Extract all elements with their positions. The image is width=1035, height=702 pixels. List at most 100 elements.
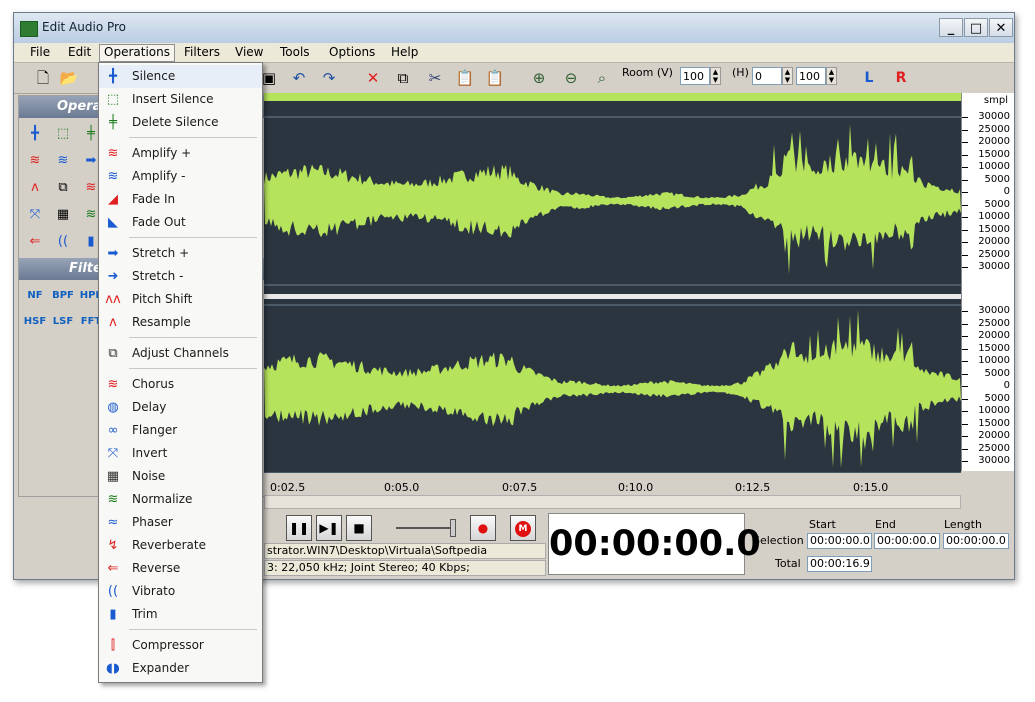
position-bar[interactable] bbox=[264, 93, 961, 101]
zoom-out-icon[interactable]: ⊖ bbox=[560, 67, 582, 89]
filter-bpf-button[interactable]: BPF bbox=[51, 286, 75, 306]
menu-item-stretch[interactable]: ➜ Stretch - bbox=[99, 265, 262, 288]
maximize-button[interactable]: □ bbox=[964, 18, 988, 37]
menu-item-normalize[interactable]: ≋ Normalize bbox=[99, 488, 262, 511]
redo-icon[interactable]: ↷ bbox=[318, 67, 340, 89]
menu-options[interactable]: Options bbox=[325, 45, 379, 59]
vibrato-tool-icon[interactable]: (( bbox=[53, 232, 73, 252]
channels-tool-icon[interactable]: ⧉ bbox=[53, 178, 73, 198]
invert-tool-icon[interactable]: ⤧ bbox=[25, 205, 45, 225]
volume-slider-track[interactable] bbox=[396, 527, 456, 529]
open-file-icon[interactable]: 📂 bbox=[58, 67, 80, 89]
left-channel-button[interactable]: L bbox=[858, 67, 880, 89]
menu-item-reverberate[interactable]: ↯ Reverberate bbox=[99, 534, 262, 557]
menu-edit[interactable]: Edit bbox=[64, 45, 95, 59]
chorus-icon: ≋ bbox=[107, 377, 119, 392]
insert-silence-tool-icon[interactable]: ⬚ bbox=[53, 124, 73, 144]
menu-item-invert[interactable]: ⤧ Invert bbox=[99, 442, 262, 465]
menu-item-compressor[interactable]: ⫿ Compressor bbox=[99, 634, 262, 657]
menu-tools[interactable]: Tools bbox=[276, 45, 314, 59]
close-button[interactable]: ✕ bbox=[989, 18, 1013, 37]
copy-icon[interactable]: ⧉ bbox=[392, 67, 414, 89]
menu-item-fade-in[interactable]: ◢ Fade In bbox=[99, 188, 262, 211]
silence-tool-icon[interactable]: ╋ bbox=[25, 124, 45, 144]
undo-icon[interactable]: ↶ bbox=[288, 67, 310, 89]
play-from-cursor-button[interactable]: ▶❚ bbox=[316, 515, 342, 541]
cut-icon[interactable]: ✂ bbox=[424, 67, 446, 89]
filter-nf-button[interactable]: NF bbox=[23, 286, 47, 306]
h-zoom-spinner[interactable]: ▲ ▼ bbox=[826, 67, 837, 85]
menu-item-trim[interactable]: ▮ Trim bbox=[99, 603, 262, 626]
minimize-button[interactable]: _ bbox=[939, 18, 963, 37]
horizontal-scrollbar[interactable] bbox=[264, 495, 961, 509]
h-zoom-input[interactable]: 100 bbox=[796, 67, 826, 85]
scale-label: 10000 bbox=[978, 211, 1010, 222]
menu-item-silence[interactable]: ╋ Silence bbox=[99, 65, 262, 88]
menu-filters[interactable]: Filters bbox=[180, 45, 224, 59]
waveform-canvas[interactable] bbox=[264, 101, 961, 473]
pause-button[interactable]: ❚❚ bbox=[286, 515, 312, 541]
menu-item-amplify[interactable]: ≋ Amplify - bbox=[99, 165, 262, 188]
stretch-minus-icon: ➜ bbox=[107, 269, 119, 284]
menu-item-stretch[interactable]: ➡ Stretch + bbox=[99, 242, 262, 265]
reverse-tool-icon[interactable]: ⇐ bbox=[25, 232, 45, 252]
menu-file[interactable]: File bbox=[26, 45, 54, 59]
menu-item-phaser[interactable]: ≈ Phaser bbox=[99, 511, 262, 534]
waveform-view[interactable] bbox=[264, 93, 961, 473]
menu-item-delay[interactable]: ◍ Delay bbox=[99, 396, 262, 419]
menu-item-fade-out[interactable]: ◣ Fade Out bbox=[99, 211, 262, 234]
paste-icon[interactable]: 📋 bbox=[454, 67, 476, 89]
delete-icon[interactable]: ✕ bbox=[362, 67, 384, 89]
room-h-spinner[interactable]: ▲ ▼ bbox=[782, 67, 793, 85]
scale-label: 0 bbox=[1003, 380, 1010, 391]
menu-item-vibrato[interactable]: ((Vibrato bbox=[99, 580, 262, 603]
menu-item-insert-silence[interactable]: ⬚ Insert Silence bbox=[99, 88, 262, 111]
selection-end-field[interactable]: 00:00:00.0 bbox=[874, 533, 940, 549]
menu-item-noise[interactable]: ▦ Noise bbox=[99, 465, 262, 488]
filter-hsf-button[interactable]: HSF bbox=[23, 312, 47, 332]
new-file-icon[interactable]: 🗋 bbox=[32, 67, 54, 89]
menu-item-label: Expander bbox=[132, 661, 190, 675]
selection-start-field[interactable]: 00:00:00.0 bbox=[807, 533, 872, 549]
menu-view[interactable]: View bbox=[231, 45, 267, 59]
compressor-icon: ⫿ bbox=[110, 638, 116, 653]
menu-item-label: Stretch - bbox=[132, 269, 184, 283]
noise-tool-icon[interactable]: ▦ bbox=[53, 205, 73, 225]
time-ruler[interactable]: 0:02.5 0:05.0 0:07.5 0:10.0 0:12.5 0:15.… bbox=[264, 473, 961, 495]
fade-tool-icon[interactable]: ≋ bbox=[53, 151, 73, 171]
right-channel-button[interactable]: R bbox=[890, 67, 912, 89]
menu-item-delete-silence[interactable]: ╪ Delete Silence bbox=[99, 111, 262, 134]
paste-mix-icon[interactable]: 📋 bbox=[484, 67, 506, 89]
menu-item-label: Pitch Shift bbox=[132, 292, 193, 306]
stop-button[interactable]: ■ bbox=[346, 515, 372, 541]
record-button[interactable]: ● bbox=[470, 515, 496, 541]
menu-item-resample[interactable]: ᴧ Resample bbox=[99, 311, 262, 334]
room-v-input[interactable]: 100 bbox=[680, 67, 710, 85]
reverse-icon: ⇐ bbox=[107, 561, 119, 576]
menu-item-amplify[interactable]: ≋ Amplify + bbox=[99, 142, 262, 165]
menu-operations[interactable]: Operations bbox=[99, 44, 175, 62]
scale-tick bbox=[962, 448, 968, 450]
record-monitor-button[interactable]: M bbox=[510, 515, 536, 541]
filter-lsf-button[interactable]: LSF bbox=[51, 312, 75, 332]
menu-item-expander[interactable]: ◖◗ Expander bbox=[99, 657, 262, 680]
volume-slider-handle[interactable] bbox=[450, 519, 456, 537]
ruler-label: 0:05.0 bbox=[384, 481, 420, 494]
operations-menu: ╋ Silence ⬚ Insert Silence ╪ Delete Silence ≋ A… bbox=[98, 62, 263, 683]
menu-item-label: Noise bbox=[132, 469, 166, 483]
selection-length-field[interactable]: 00:00:00.0 bbox=[943, 533, 1009, 549]
menu-item-flanger[interactable]: ∞ Flanger bbox=[99, 419, 262, 442]
zoom-fit-icon[interactable]: ⌕ bbox=[591, 67, 613, 89]
scale-tick bbox=[962, 167, 968, 168]
room-v-spinner[interactable]: ▲ ▼ bbox=[710, 67, 721, 85]
zoom-in-icon[interactable]: ⊕ bbox=[528, 67, 550, 89]
menu-item-adjust-channels[interactable]: ⧉ Adjust Channels bbox=[99, 342, 262, 365]
room-h-input[interactable]: 0 bbox=[752, 67, 782, 85]
menu-item-pitch-shift[interactable]: ᴧᴧ Pitch Shift bbox=[99, 288, 262, 311]
menu-item-reverse[interactable]: ⇐ Reverse bbox=[99, 557, 262, 580]
title-bar[interactable]: Edit Audio Pro _ □ ✕ bbox=[14, 13, 1014, 43]
resample-tool-icon[interactable]: ᴧ bbox=[25, 178, 45, 198]
menu-help[interactable]: Help bbox=[387, 45, 422, 59]
amplify-tool-icon[interactable]: ≋ bbox=[25, 151, 45, 171]
menu-item-chorus[interactable]: ≋ Chorus bbox=[99, 373, 262, 396]
